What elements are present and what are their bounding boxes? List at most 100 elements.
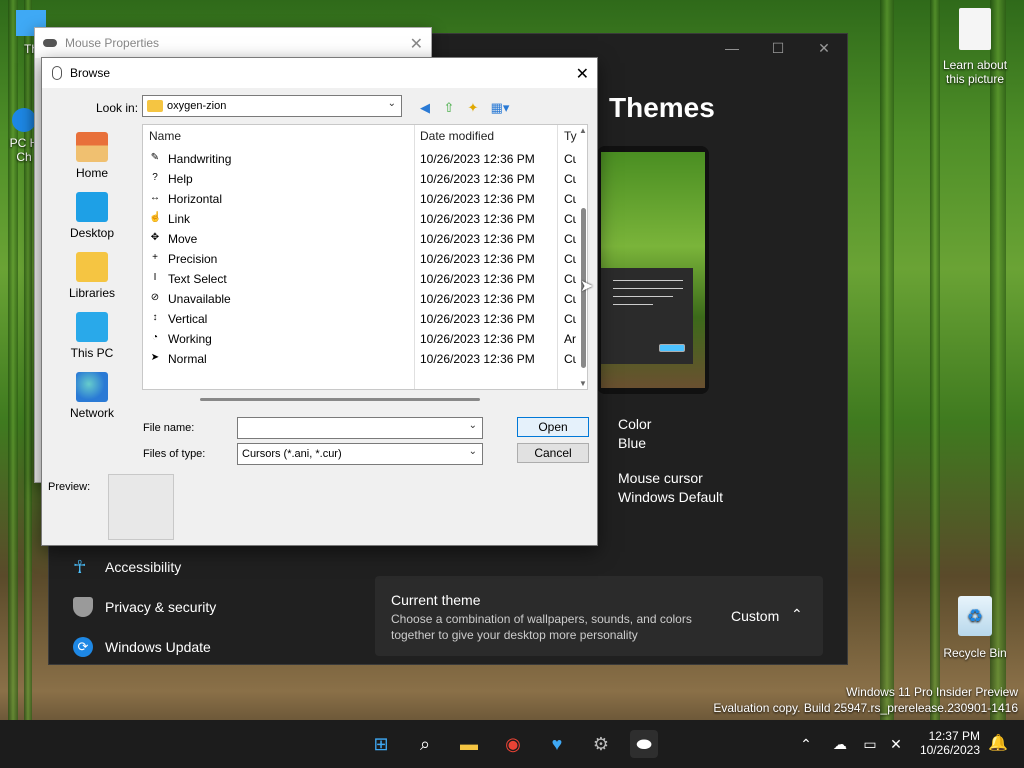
places-bar: Home Desktop Libraries This PC Network: [48, 126, 136, 446]
search-icon[interactable]: ⌕: [411, 730, 439, 758]
cursor-file-icon: ➤: [150, 352, 160, 363]
file-type-dropdown[interactable]: Cursors (*.ani, *.cur) ⌄: [237, 443, 483, 465]
file-type: Cu: [564, 152, 576, 166]
file-name-input[interactable]: ⌄: [237, 417, 483, 439]
up-folder-icon[interactable]: ⇧: [439, 98, 459, 118]
place-label: Home: [75, 166, 108, 180]
desktop-icon: [76, 192, 108, 222]
vertical-scrollbar[interactable]: ▲ ▼: [579, 124, 588, 390]
view-menu-icon[interactable]: ▦▾: [487, 98, 513, 118]
onedrive-icon[interactable]: ☁: [826, 730, 854, 758]
file-row[interactable]: + Precision 10/26/2023 12:36 PM Cu: [143, 249, 576, 269]
current-theme-card[interactable]: Current theme Choose a combination of wa…: [375, 576, 823, 656]
mouse-cursor-setting[interactable]: Mouse cursor Windows Default: [618, 469, 723, 507]
file-type: Cu: [564, 212, 576, 226]
display-icon[interactable]: ▭: [856, 730, 884, 758]
back-icon[interactable]: ◀: [415, 98, 435, 118]
sidebar-item-accessibility[interactable]: ☥ Accessibility: [73, 557, 181, 577]
minimize-icon[interactable]: —: [709, 40, 755, 56]
chevron-up-icon[interactable]: ⌃: [791, 606, 803, 623]
file-date: 10/26/2023 12:36 PM: [420, 332, 535, 346]
file-type-value: Cursors (*.ani, *.cur): [242, 448, 342, 460]
new-folder-icon[interactable]: ✦: [463, 98, 483, 118]
maximize-icon[interactable]: ☐: [755, 40, 801, 57]
place-desktop[interactable]: Desktop: [48, 192, 136, 240]
look-in-label: Look in:: [96, 101, 139, 115]
place-home[interactable]: Home: [48, 132, 136, 180]
file-name: Precision: [168, 252, 218, 266]
file-row[interactable]: ➤ Normal 10/26/2023 12:36 PM Cu: [143, 349, 576, 369]
column-header-date[interactable]: Date modified: [420, 129, 494, 143]
color-setting[interactable]: Color Blue: [618, 415, 651, 453]
color-value: Blue: [618, 435, 647, 451]
cursor-file-icon: +: [152, 252, 158, 263]
file-explorer-icon[interactable]: ▬: [455, 730, 483, 758]
close-icon[interactable]: ✕: [801, 40, 847, 57]
close-icon[interactable]: ✕: [410, 34, 423, 54]
file-name-label: File name:: [143, 422, 195, 434]
file-name: Working: [168, 332, 212, 346]
preview-label: Preview:: [48, 481, 91, 493]
sidebar-item-label: Accessibility: [105, 559, 182, 575]
file-date: 10/26/2023 12:36 PM: [420, 232, 535, 246]
column-header-name[interactable]: Name: [149, 129, 181, 143]
file-type: Cu: [564, 312, 576, 326]
file-date: 10/26/2023 12:36 PM: [420, 292, 535, 306]
column-header-type[interactable]: Ty: [564, 129, 577, 143]
place-this-pc[interactable]: This PC: [48, 312, 136, 360]
page-title: Themes: [609, 92, 715, 123]
close-icon[interactable]: ✕: [576, 64, 589, 84]
file-row[interactable]: ⊘ Unavailable 10/26/2023 12:36 PM Cu: [143, 289, 576, 309]
settings-icon[interactable]: ⚙: [587, 730, 615, 758]
health-icon[interactable]: ♥: [543, 730, 571, 758]
desktop-icon-recycle-bin[interactable]: ♻ Recycle Bin: [940, 596, 1010, 660]
cursor-file-icon: ☝: [149, 212, 162, 223]
desktop-icon-learn-about-picture[interactable]: Learn about this picture: [938, 8, 1012, 86]
file-row[interactable]: ↔ Horizontal 10/26/2023 12:36 PM Cu: [143, 189, 576, 209]
file-type: Cu: [564, 252, 576, 266]
file-type: Cu: [564, 292, 576, 306]
notification-bell-icon[interactable]: 🔔: [984, 730, 1012, 758]
sidebar-item-windows-update[interactable]: ⟳ Windows Update: [73, 637, 211, 657]
theme-preview[interactable]: [597, 146, 709, 394]
cursor-file-icon: ⊘: [150, 292, 160, 303]
file-row[interactable]: ◔ Working 10/26/2023 12:36 PM Ar: [143, 329, 576, 349]
file-row[interactable]: ↕ Vertical 10/26/2023 12:36 PM Cu: [143, 309, 577, 329]
open-button[interactable]: Open: [517, 417, 589, 437]
file-row[interactable]: ☝ Link 10/26/2023 12:36 PM Cu: [143, 209, 576, 229]
browse-dialog: Browse ✕ Look in: oxygen-zion ⌄ ◀ ⇧ ✦ ▦▾…: [41, 57, 598, 546]
look-in-dropdown[interactable]: oxygen-zion ⌄: [142, 95, 402, 117]
preview-window: [601, 268, 693, 364]
monitor-icon: [76, 312, 108, 342]
scroll-up-icon[interactable]: ▲: [579, 126, 587, 135]
file-name: Handwriting: [168, 152, 232, 166]
chevron-up-icon[interactable]: ⌃: [792, 730, 820, 758]
cancel-button[interactable]: Cancel: [517, 443, 589, 463]
libraries-icon: [76, 252, 108, 282]
file-row[interactable]: I Text Select 10/26/2023 12:36 PM Cu: [143, 269, 576, 289]
file-row[interactable]: ? Help 10/26/2023 12:36 PM Cu: [143, 169, 576, 189]
mouse-pointer-icon: ➤: [580, 278, 594, 295]
chevron-down-icon: ⌄: [468, 420, 477, 431]
scroll-down-icon[interactable]: ▼: [579, 379, 587, 388]
place-libraries[interactable]: Libraries: [48, 252, 136, 300]
mouse-icon[interactable]: ⬬: [630, 730, 658, 758]
file-list[interactable]: Name Date modified Ty ✎ Handwriting 10/26/…: [142, 124, 588, 390]
place-network[interactable]: Network: [48, 372, 136, 420]
mouse-cursor-label: Mouse cursor: [618, 470, 703, 486]
place-label: Libraries: [68, 286, 116, 300]
folder-icon: [147, 100, 163, 112]
file-row[interactable]: ✎ Handwriting 10/26/2023 12:36 PM Cu: [143, 149, 576, 169]
volume-muted-icon[interactable]: ✕: [882, 730, 910, 758]
chrome-icon[interactable]: ◉: [499, 730, 527, 758]
clock[interactable]: 12:37 PM 10/26/2023: [914, 729, 980, 757]
dialog-title: Browse: [70, 66, 111, 80]
horizontal-scrollbar[interactable]: [200, 398, 480, 401]
preview-box: [108, 474, 174, 540]
accessibility-icon: ☥: [73, 557, 87, 577]
start-icon[interactable]: ⊞: [367, 730, 395, 758]
file-type-label: Files of type:: [143, 448, 206, 460]
sidebar-item-privacy-security[interactable]: Privacy & security: [73, 597, 216, 617]
file-row[interactable]: ✥ Move 10/26/2023 12:36 PM Cu: [143, 229, 576, 249]
look-in-value: oxygen-zion: [167, 100, 227, 112]
